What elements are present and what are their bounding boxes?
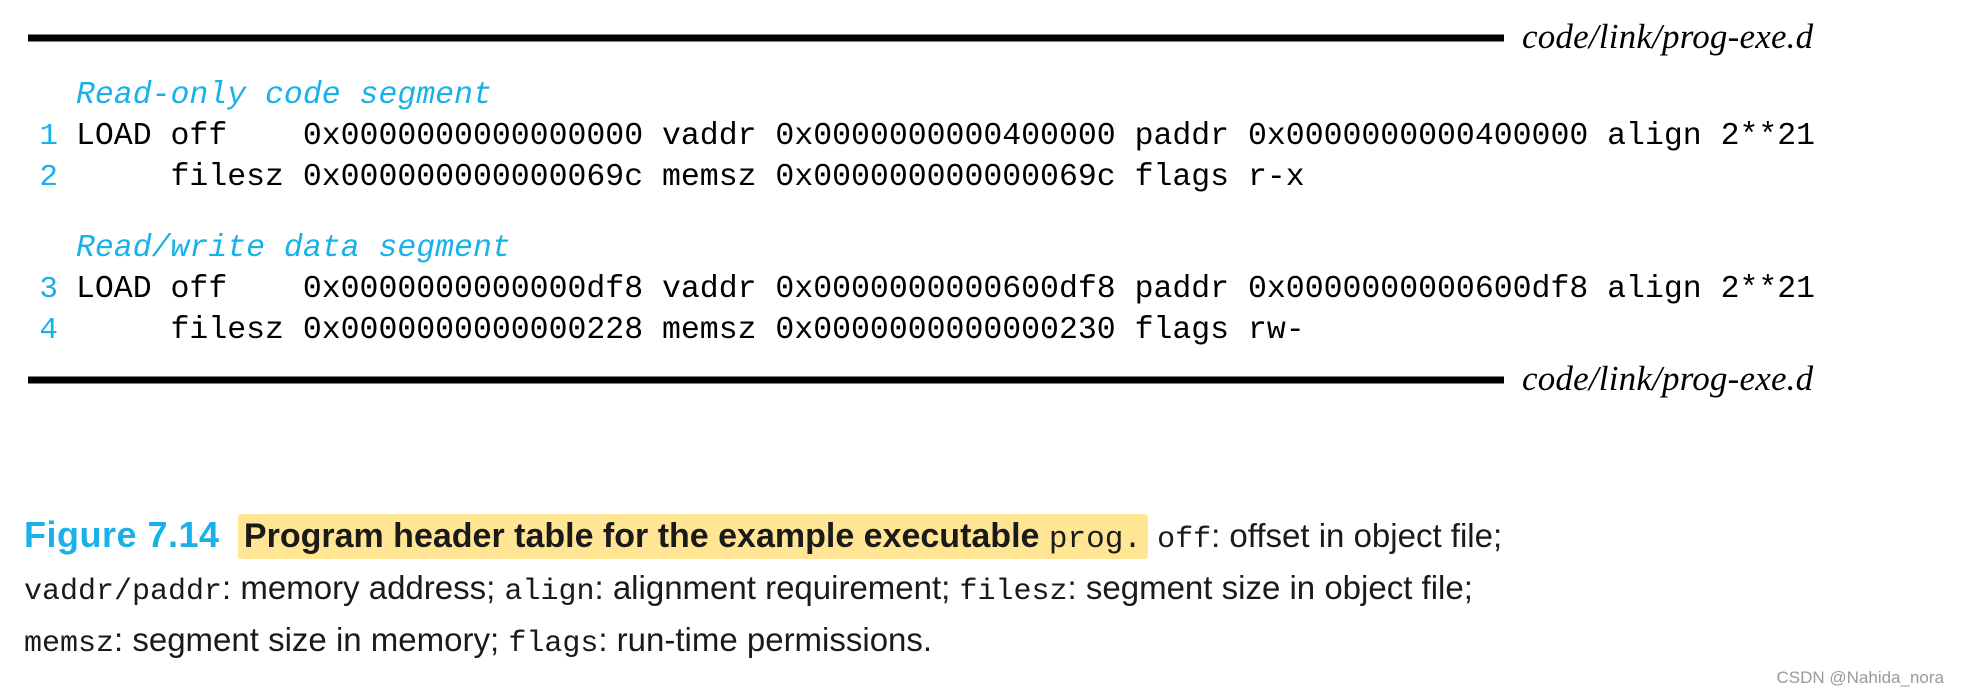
code-text: LOAD off 0x0000000000000000 vaddr 0x0000… <box>76 119 1816 154</box>
caption-title-text: Program header table for the example exe… <box>243 517 1049 555</box>
caption-keyword-memsz: memsz <box>24 627 115 661</box>
code-text: LOAD off 0x0000000000000df8 vaddr 0x0000… <box>76 272 1816 307</box>
caption-line-2: vaddr/paddr: memory address; align: alig… <box>24 565 1924 615</box>
caption-line-3: memsz: segment size in memory; flags: ru… <box>24 617 1924 667</box>
caption-text-after-off: : offset in object file; <box>1211 517 1503 554</box>
caption-keyword-flags: flags <box>508 627 599 661</box>
code-line: 4 filesz 0x0000000000000228 memsz 0x0000… <box>0 310 1962 351</box>
source-file-label-bottom: code/link/prog-exe.d <box>1522 359 1814 399</box>
figure-container: code/link/prog-exe.d Read-only code segm… <box>0 0 1962 403</box>
line-number: 1 <box>39 119 58 154</box>
caption-highlighted-title: Program header table for the example exe… <box>237 514 1148 559</box>
code-listing: Read-only code segment 1 LOAD off 0x0000… <box>0 61 1962 357</box>
caption-text-e: : run-time permissions. <box>598 621 933 658</box>
caption-keyword-off: off <box>1157 523 1212 557</box>
code-line: Read/write data segment <box>0 228 1962 269</box>
caption-text-a: : memory address; <box>222 569 505 606</box>
code-text: filesz 0x000000000000069c memsz 0x000000… <box>76 160 1305 195</box>
code-comment-text: Read/write data segment <box>76 231 511 266</box>
caption-keyword-align: align <box>504 575 595 609</box>
caption-text-b: : alignment requirement; <box>594 569 960 606</box>
caption-line-1: Figure 7.14 Program header table for the… <box>24 512 1924 563</box>
caption-keyword-filesz: filesz <box>959 575 1068 609</box>
figure-top-rule-row: code/link/prog-exe.d <box>0 15 1962 61</box>
code-text: filesz 0x0000000000000228 memsz 0x000000… <box>76 313 1305 348</box>
figure-caption: Figure 7.14 Program header table for the… <box>24 512 1924 667</box>
caption-title-mono: prog. <box>1048 522 1142 557</box>
caption-keyword-vaddr-paddr: vaddr/paddr <box>24 575 223 609</box>
line-number: 2 <box>39 160 58 195</box>
figure-number: Figure 7.14 <box>24 514 220 555</box>
watermark: CSDN @Nahida_nora <box>1776 668 1944 687</box>
caption-text-d: : segment size in memory; <box>114 621 509 658</box>
horizontal-rule-bottom <box>28 376 1504 384</box>
source-file-label-top: code/link/prog-exe.d <box>1522 17 1814 57</box>
code-line: 3 LOAD off 0x0000000000000df8 vaddr 0x00… <box>0 269 1962 310</box>
code-line: 1 LOAD off 0x0000000000000000 vaddr 0x00… <box>0 116 1962 157</box>
line-number: 3 <box>39 272 58 307</box>
horizontal-rule-top <box>28 34 1504 42</box>
code-line: 2 filesz 0x000000000000069c memsz 0x0000… <box>0 157 1962 198</box>
code-line: Read-only code segment <box>0 75 1962 116</box>
caption-text-c: : segment size in object file; <box>1067 569 1473 606</box>
code-comment-text: Read-only code segment <box>76 78 492 113</box>
line-number: 4 <box>39 313 58 348</box>
figure-bottom-rule-row: code/link/prog-exe.d <box>0 357 1962 403</box>
